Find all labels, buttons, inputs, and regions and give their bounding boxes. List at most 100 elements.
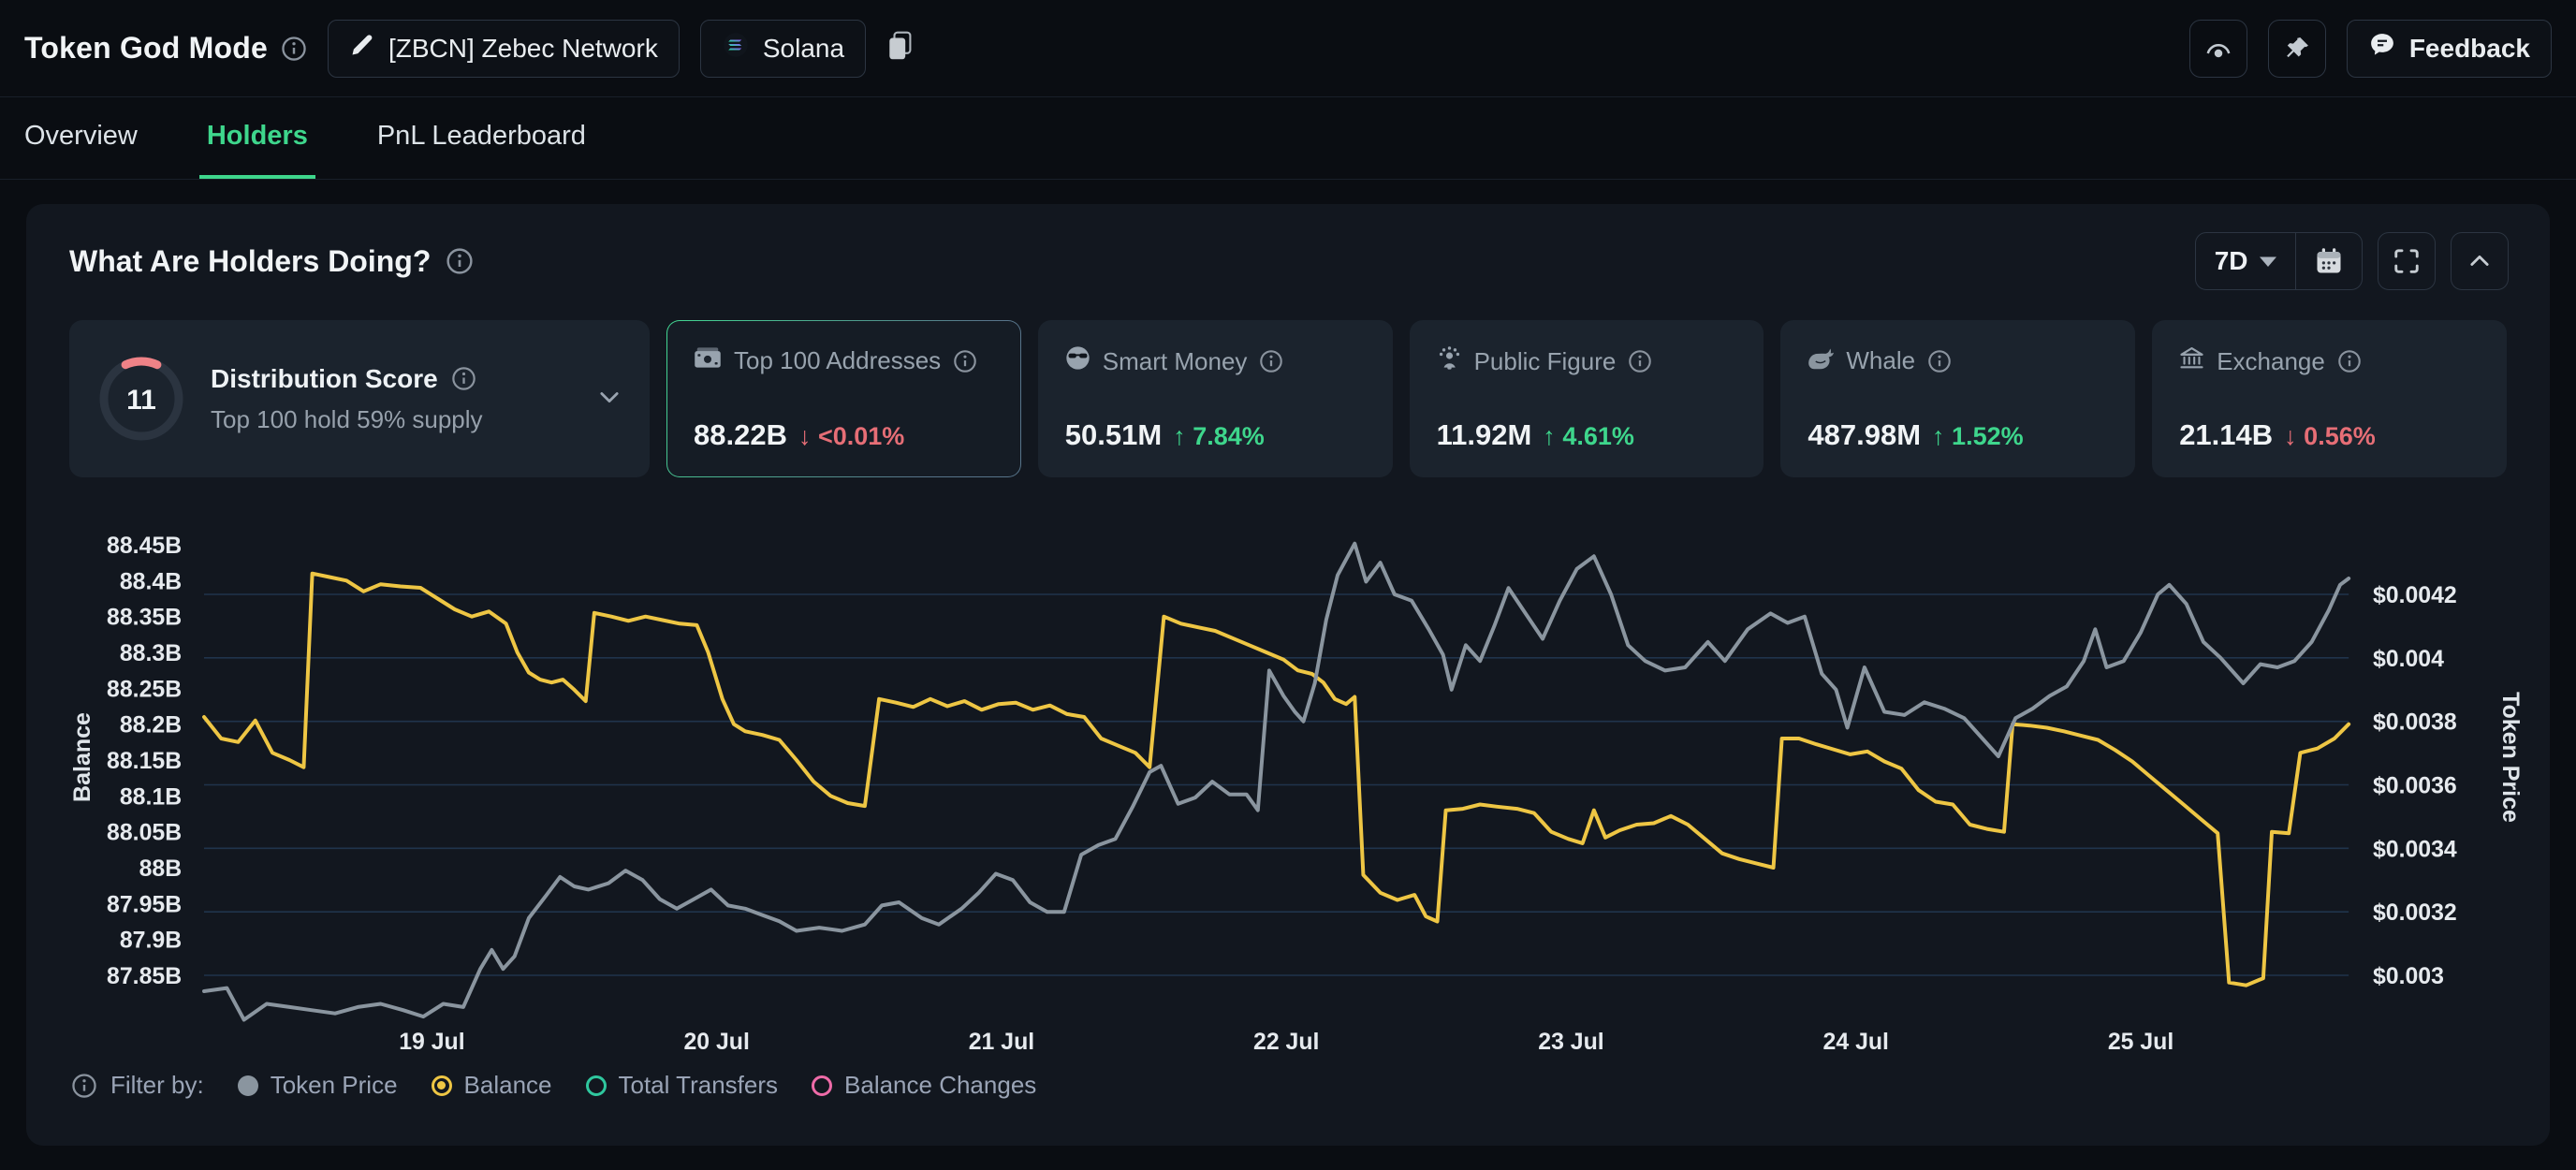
svg-text:87.85B: 87.85B bbox=[107, 963, 182, 989]
stat-tiles-row: 11 Distribution Score Top 100 hold 59% s… bbox=[69, 320, 2507, 477]
chart-controls: 7D bbox=[2195, 232, 2509, 290]
svg-text:88.25B: 88.25B bbox=[107, 676, 182, 702]
svg-text:23 Jul: 23 Jul bbox=[1538, 1029, 1603, 1055]
watch-icon-button[interactable] bbox=[2189, 20, 2247, 78]
fullscreen-button[interactable] bbox=[2378, 232, 2436, 290]
caret-down-icon bbox=[2260, 256, 2276, 267]
stat-card-exchange[interactable]: Exchange 21.14B ↓ 0.56% bbox=[2152, 320, 2507, 477]
panel-header: What Are Holders Doing? 7D bbox=[69, 232, 2509, 290]
svg-text:22 Jul: 22 Jul bbox=[1253, 1029, 1319, 1055]
tab-holders[interactable]: Holders bbox=[199, 97, 315, 179]
svg-text:88.05B: 88.05B bbox=[107, 820, 182, 846]
svg-text:$0.003: $0.003 bbox=[2373, 963, 2444, 989]
stat-card-top-100-addresses[interactable]: Top 100 Addresses 88.22B ↓ <0.01% bbox=[666, 320, 1021, 477]
radio-icon bbox=[238, 1075, 258, 1096]
svg-text:$0.0038: $0.0038 bbox=[2373, 709, 2457, 736]
range-dropdown[interactable]: 7D bbox=[2196, 233, 2295, 289]
chain-pill[interactable]: Solana bbox=[700, 20, 866, 78]
svg-text:88B: 88B bbox=[139, 856, 183, 882]
stat-change: ↑ 1.52% bbox=[1932, 422, 2024, 451]
svg-text:88.4B: 88.4B bbox=[120, 568, 182, 594]
calendar-button[interactable] bbox=[2296, 233, 2362, 289]
y-axis-title-token-price: Token Price bbox=[2496, 692, 2524, 823]
svg-text:$0.0042: $0.0042 bbox=[2373, 582, 2457, 608]
filter-row: Filter by: Token Price Balance Total Tra… bbox=[71, 1071, 2527, 1100]
chat-icon bbox=[2368, 31, 2396, 66]
stat-value: 21.14B bbox=[2179, 418, 2273, 452]
holders-chart[interactable]: 88.45B88.4B88.35B88.3B88.25B88.2B88.15B8… bbox=[51, 519, 2525, 1061]
range-pill: 7D bbox=[2195, 232, 2363, 290]
panel-title: What Are Holders Doing? bbox=[69, 244, 474, 279]
svg-text:$0.004: $0.004 bbox=[2373, 646, 2444, 672]
stat-value: 50.51M bbox=[1065, 418, 1162, 452]
svg-text:$0.0034: $0.0034 bbox=[2373, 836, 2457, 862]
fullscreen-icon bbox=[2393, 247, 2421, 275]
radio-selected-icon bbox=[432, 1075, 452, 1096]
info-icon[interactable] bbox=[1927, 349, 1952, 373]
tab-bar: Overview Holders PnL Leaderboard bbox=[0, 97, 2576, 180]
solana-icon bbox=[722, 33, 750, 64]
distribution-score-card[interactable]: 11 Distribution Score Top 100 hold 59% s… bbox=[69, 320, 650, 477]
radio-icon bbox=[586, 1075, 607, 1096]
svg-text:24 Jul: 24 Jul bbox=[1823, 1029, 1889, 1055]
svg-text:25 Jul: 25 Jul bbox=[2108, 1029, 2174, 1055]
info-icon[interactable] bbox=[451, 366, 476, 391]
svg-text:87.9B: 87.9B bbox=[120, 928, 182, 954]
info-icon[interactable] bbox=[281, 36, 307, 62]
stat-card-whale[interactable]: Whale 487.98M ↑ 1.52% bbox=[1780, 320, 2135, 477]
svg-text:20 Jul: 20 Jul bbox=[683, 1029, 749, 1055]
legend-token-price[interactable]: Token Price bbox=[238, 1071, 398, 1100]
token-selector[interactable]: [ZBCN] Zebec Network bbox=[328, 20, 680, 78]
info-icon[interactable] bbox=[71, 1073, 97, 1099]
whale-icon bbox=[1808, 345, 1834, 376]
stat-change: ↑ 7.84% bbox=[1173, 422, 1265, 451]
legend-balance[interactable]: Balance bbox=[432, 1071, 552, 1100]
stat-value: 487.98M bbox=[1808, 418, 1921, 452]
legend-balance-changes[interactable]: Balance Changes bbox=[812, 1071, 1036, 1100]
tab-overview[interactable]: Overview bbox=[17, 97, 145, 179]
info-icon[interactable] bbox=[1259, 349, 1283, 373]
header: Token God Mode [ZBCN] Zebec Network Sola… bbox=[0, 0, 2576, 97]
stat-value: 11.92M bbox=[1437, 418, 1532, 452]
distribution-gauge: 11 bbox=[96, 354, 186, 444]
distribution-text: Distribution Score Top 100 hold 59% supp… bbox=[211, 364, 483, 434]
svg-text:$0.0036: $0.0036 bbox=[2373, 772, 2457, 798]
copy-icon[interactable] bbox=[888, 31, 913, 66]
stat-card-smart-money[interactable]: Smart Money 50.51M ↑ 7.84% bbox=[1038, 320, 1393, 477]
stat-card-public-figure[interactable]: Public Figure 11.92M ↑ 4.61% bbox=[1410, 320, 1764, 477]
info-icon[interactable] bbox=[446, 247, 474, 275]
stat-value: 88.22B bbox=[694, 418, 787, 452]
svg-text:88.2B: 88.2B bbox=[120, 712, 182, 739]
bank-icon bbox=[2179, 345, 2204, 377]
svg-text:$0.0032: $0.0032 bbox=[2373, 899, 2457, 926]
smart-money-icon bbox=[1065, 345, 1090, 377]
svg-text:88.3B: 88.3B bbox=[120, 640, 182, 666]
chain-label: Solana bbox=[763, 34, 844, 64]
pin-icon-button[interactable] bbox=[2268, 20, 2326, 78]
token-selector-label: [ZBCN] Zebec Network bbox=[388, 34, 658, 64]
holders-panel: What Are Holders Doing? 7D bbox=[26, 204, 2550, 1146]
svg-text:88.35B: 88.35B bbox=[107, 605, 182, 631]
chevron-up-icon bbox=[2466, 248, 2493, 274]
collapse-button[interactable] bbox=[2451, 232, 2509, 290]
filter-label: Filter by: bbox=[71, 1071, 204, 1100]
legend-total-transfers[interactable]: Total Transfers bbox=[586, 1071, 779, 1100]
calendar-icon bbox=[2315, 247, 2343, 275]
svg-text:88.45B: 88.45B bbox=[107, 533, 182, 559]
stat-change: ↓ <0.01% bbox=[798, 422, 904, 451]
info-icon[interactable] bbox=[2337, 349, 2362, 373]
public-figure-icon bbox=[1437, 345, 1462, 377]
pencil-icon bbox=[349, 32, 375, 65]
feedback-button[interactable]: Feedback bbox=[2347, 20, 2552, 78]
info-icon[interactable] bbox=[953, 349, 977, 373]
svg-text:88.1B: 88.1B bbox=[120, 783, 182, 810]
info-icon[interactable] bbox=[1628, 349, 1652, 373]
stat-change: ↓ 0.56% bbox=[2284, 422, 2376, 451]
tab-pnl-leaderboard[interactable]: PnL Leaderboard bbox=[370, 97, 593, 179]
holders-chart-area: 88.45B88.4B88.35B88.3B88.25B88.2B88.15B8… bbox=[51, 519, 2525, 1061]
cash-icon bbox=[694, 345, 722, 376]
svg-text:19 Jul: 19 Jul bbox=[399, 1029, 464, 1055]
svg-text:21 Jul: 21 Jul bbox=[969, 1029, 1034, 1055]
radio-icon bbox=[812, 1075, 832, 1096]
chevron-down-icon[interactable] bbox=[596, 384, 622, 415]
